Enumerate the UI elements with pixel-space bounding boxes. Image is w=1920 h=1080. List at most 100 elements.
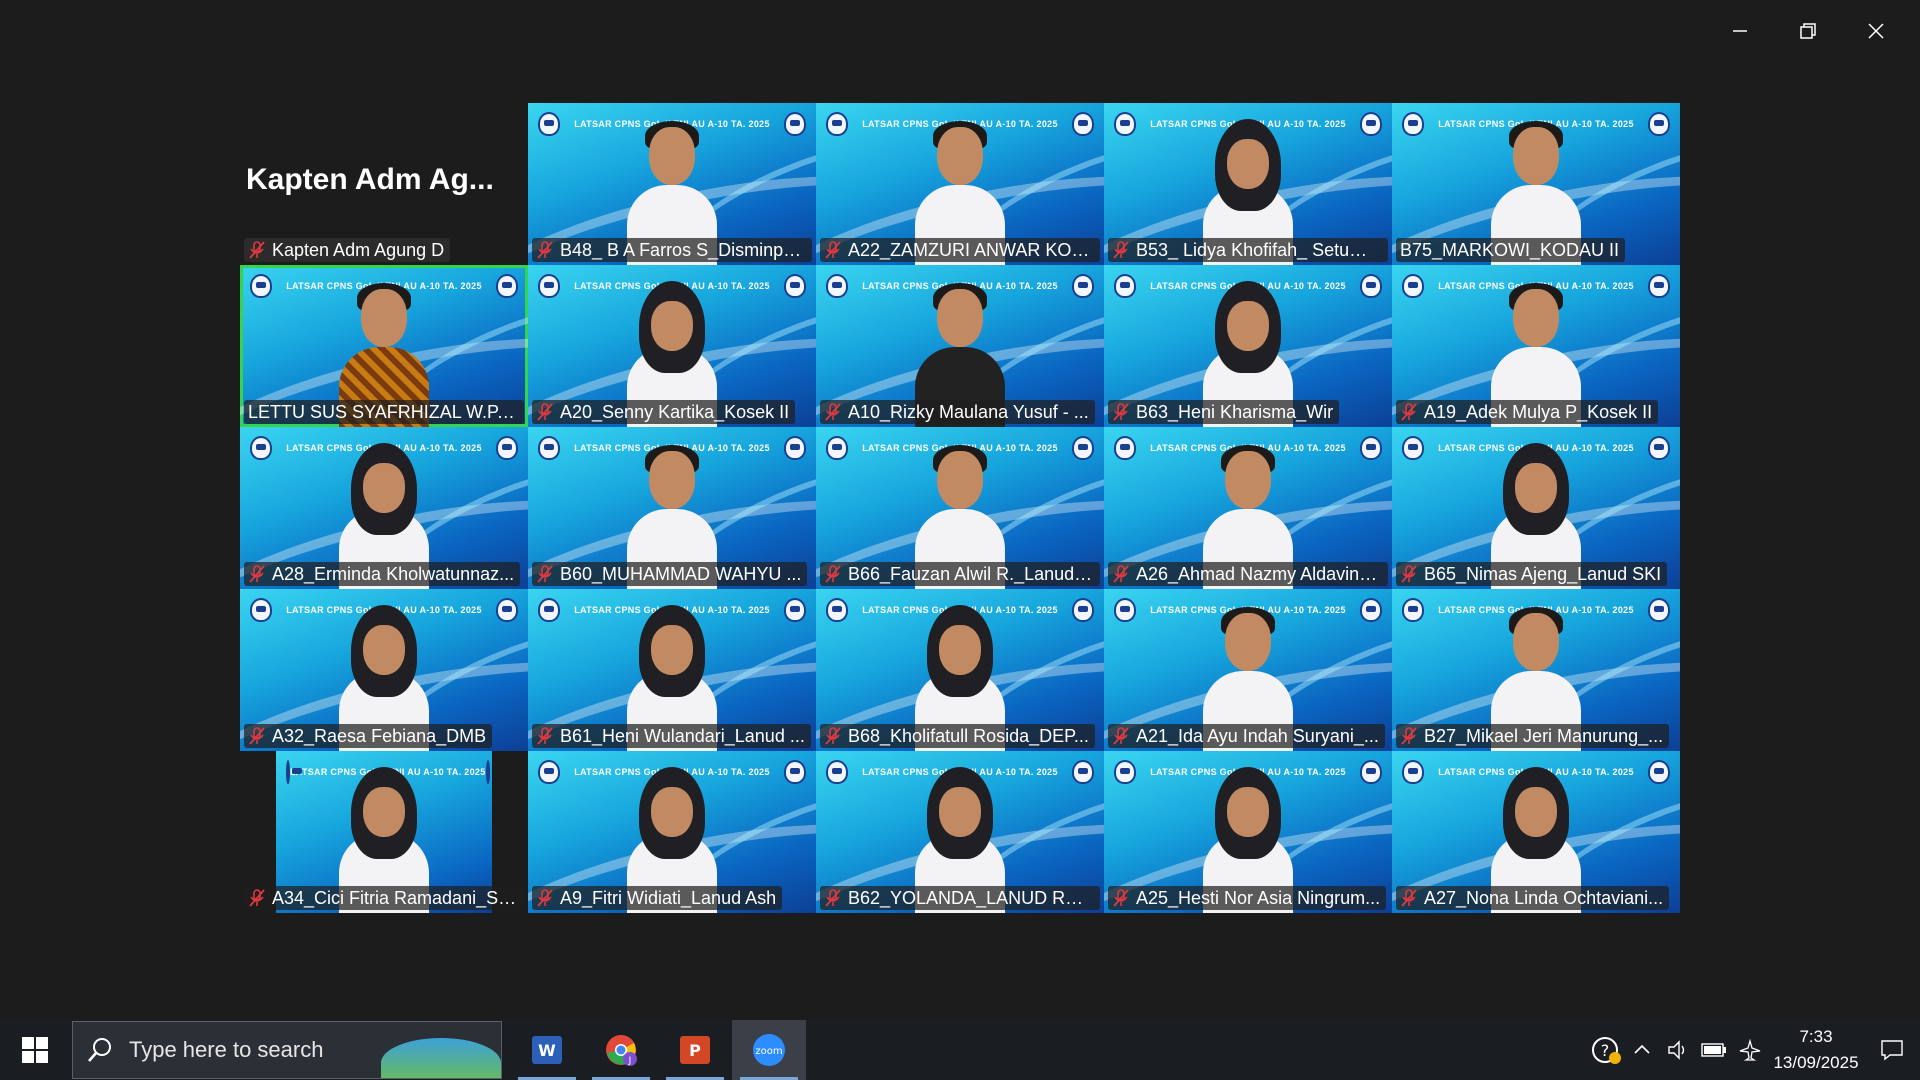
volume-button[interactable] [1660,1020,1696,1080]
help-button[interactable]: ? [1588,1020,1624,1080]
chrome-icon: J [606,1035,637,1066]
participant-tile[interactable]: LATSAR CPNS Gol. II TNI AU A-10 TA. 2025… [240,589,528,751]
participant-name: B65_Nimas Ajeng_Lanud SKI [1424,563,1662,584]
participant-tile[interactable]: LATSAR CPNS Gol. II TNI AU A-10 TA. 2025… [1104,589,1392,751]
clock[interactable]: 7:33 13/09/2025 [1768,1024,1864,1076]
emblem-icon [1360,436,1382,460]
minimize-button[interactable] [1706,8,1774,54]
emblem-icon [250,436,272,460]
emblem-icon [1360,112,1382,136]
participant-tile[interactable]: LATSAR CPNS Gol. II TNI AU A-10 TA. 2025… [1104,751,1392,913]
zoom-icon: zoom [753,1034,785,1066]
participant-name-label: B65_Nimas Ajeng_Lanud SKI [1396,562,1668,586]
start-button[interactable] [0,1020,70,1080]
participant-tile[interactable]: LATSAR CPNS Gol. II TNI AU A-10 TA. 2025… [1104,103,1392,265]
participant-tile[interactable]: LATSAR CPNS Gol. II TNI AU A-10 TA. 2025… [1104,427,1392,589]
participant-name: B75_MARKOWI_KODAU II [1400,239,1620,260]
restore-button[interactable] [1774,8,1842,54]
participant-name-label: A32_Raesa Febiana_DMB [244,724,493,748]
zoom-taskbar-button[interactable]: zoom [732,1020,806,1080]
participant-name-label: B48_ B A Farros S_Disminper... [532,238,812,262]
participant-name: A34_Cici Fitria Ramadani_Sik... [272,887,518,908]
participant-tile[interactable]: LATSAR CPNS Gol. II TNI AU A-10 TA. 2025… [528,589,816,751]
participant-tile[interactable]: LATSAR CPNS Gol. II TNI AU A-10 TA. 2025… [528,265,816,427]
system-tray: ? 7:33 13/09/2025 [1588,1020,1920,1080]
participant-tile[interactable]: LATSAR CPNS Gol. II TNI AU A-10 TA. 2025… [816,589,1104,751]
notification-icon [1881,1040,1903,1061]
emblem-icon [826,436,848,460]
airplane-mode-button[interactable] [1732,1020,1768,1080]
emblem-icon [826,274,848,298]
powerpoint-icon: P [680,1036,710,1064]
emblem-icon [1402,274,1424,298]
emblem-icon [1114,436,1136,460]
participant-tile[interactable]: LATSAR CPNS Gol. II TNI AU A-10 TA. 2025… [1392,589,1680,751]
participant-tile[interactable]: LATSAR CPNS Gol. II TNI AU A-10 TA. 2025… [240,265,528,427]
participant-name-label: B75_MARKOWI_KODAU II [1396,238,1626,262]
participant-name-label: LETTU SUS SYAFRHIZAL W.P., S... [244,400,524,424]
participant-name: A19_Adek Mulya P_Kosek II [1424,401,1653,422]
participant-tile[interactable]: LATSAR CPNS Gol. II TNI AU A-10 TA. 2025… [1392,265,1680,427]
participant-tile[interactable]: LATSAR CPNS Gol. II TNI AU A-10 TA. 2025… [1104,265,1392,427]
participant-name-label: B53_ Lidya Khofifah_ Setumau [1108,238,1388,262]
emblem-icon [1648,598,1670,622]
close-button[interactable] [1842,8,1910,54]
emblem-icon [1402,112,1424,136]
muted-mic-icon [1113,565,1129,583]
participant-tile[interactable]: Kapten Adm Ag... Kapten Adm Agung D [240,103,528,265]
participant-tile[interactable]: LATSAR CPNS Gol. II TNI AU A-10 TA. 2025… [1392,751,1680,913]
participant-gallery: Kapten Adm Ag... Kapten Adm Agung D LATSAR… [240,103,1680,913]
participant-tile[interactable]: LATSAR CPNS Gol. II TNI AU A-10 TA. 2025… [816,265,1104,427]
zoom-icon-label: zoom [755,1046,782,1057]
emblem-icon [1402,760,1424,784]
taskbar-apps: W J Pzoom [510,1020,806,1080]
participant-tile[interactable]: LATSAR CPNS Gol. II TNI AU A-10 TA. 2025… [528,751,816,913]
participant-name: A9_Fitri Widiati_Lanud Ash [560,887,777,908]
show-hidden-icons-button[interactable] [1624,1020,1660,1080]
emblem-icon [496,274,518,298]
host-display-name: Kapten Adm Ag... [246,163,494,196]
participant-tile[interactable]: LATSAR CPNS Gol. II TNI AU A-10 TA. 2025… [240,751,528,913]
participant-name-label: B68_Kholifatull Rosida_DEP... [820,724,1095,748]
participant-tile[interactable]: LATSAR CPNS Gol. II TNI AU A-10 TA. 2025… [816,751,1104,913]
notifications-button[interactable] [1864,1020,1920,1080]
taskbar-search[interactable]: Type here to search [72,1021,502,1079]
clock-date: 13/09/2025 [1773,1053,1859,1072]
muted-mic-icon [825,889,841,907]
emblem-icon [485,760,492,784]
participant-tile[interactable]: LATSAR CPNS Gol. II TNI AU A-10 TA. 2025… [240,427,528,589]
participant-tile[interactable]: LATSAR CPNS Gol. II TNI AU A-10 TA. 2025… [1392,103,1680,265]
search-icon [88,1038,111,1062]
participant-tile[interactable]: LATSAR CPNS Gol. II TNI AU A-10 TA. 2025… [528,103,816,265]
emblem-icon [784,436,806,460]
powerpoint-taskbar-button[interactable]: P [658,1020,732,1080]
participant-name-label: A21_Ida Ayu Indah Suryani_... [1108,724,1385,748]
participant-name: B53_ Lidya Khofifah_ Setumau [1136,239,1382,260]
participant-name: A22_ZAMZURI ANWAR KOS... [848,239,1094,260]
emblem-icon [826,112,848,136]
chrome-taskbar-button[interactable]: J [584,1020,658,1080]
participant-name: LETTU SUS SYAFRHIZAL W.P., S... [248,401,518,422]
word-icon: W [532,1036,562,1064]
help-icon: ? [1592,1037,1621,1064]
emblem-icon [1648,112,1670,136]
emblem-icon [1114,112,1136,136]
word-taskbar-button[interactable]: W [510,1020,584,1080]
participant-tile[interactable]: LATSAR CPNS Gol. II TNI AU A-10 TA. 2025… [816,103,1104,265]
emblem-icon [1360,598,1382,622]
participant-tile[interactable]: LATSAR CPNS Gol. II TNI AU A-10 TA. 2025… [816,427,1104,589]
muted-mic-icon [1113,241,1129,259]
muted-mic-icon [1401,889,1417,907]
taskbar: Type here to search W J Pzoom ? 7:33 13/09… [0,1020,1920,1080]
emblem-icon [784,760,806,784]
muted-mic-icon [249,889,265,907]
participant-tile[interactable]: LATSAR CPNS Gol. II TNI AU A-10 TA. 2025… [1392,427,1680,589]
muted-mic-icon [249,727,265,745]
emblem-icon [286,760,302,784]
participant-tile[interactable]: LATSAR CPNS Gol. II TNI AU A-10 TA. 2025… [528,427,816,589]
participant-name-label: B61_Heni Wulandari_Lanud ... [532,724,811,748]
minimize-icon [1733,30,1747,32]
battery-button[interactable] [1696,1020,1732,1080]
participant-name-label: B62_YOLANDA_LANUD RHF ... [820,886,1100,910]
airplane-icon [1739,1039,1761,1061]
